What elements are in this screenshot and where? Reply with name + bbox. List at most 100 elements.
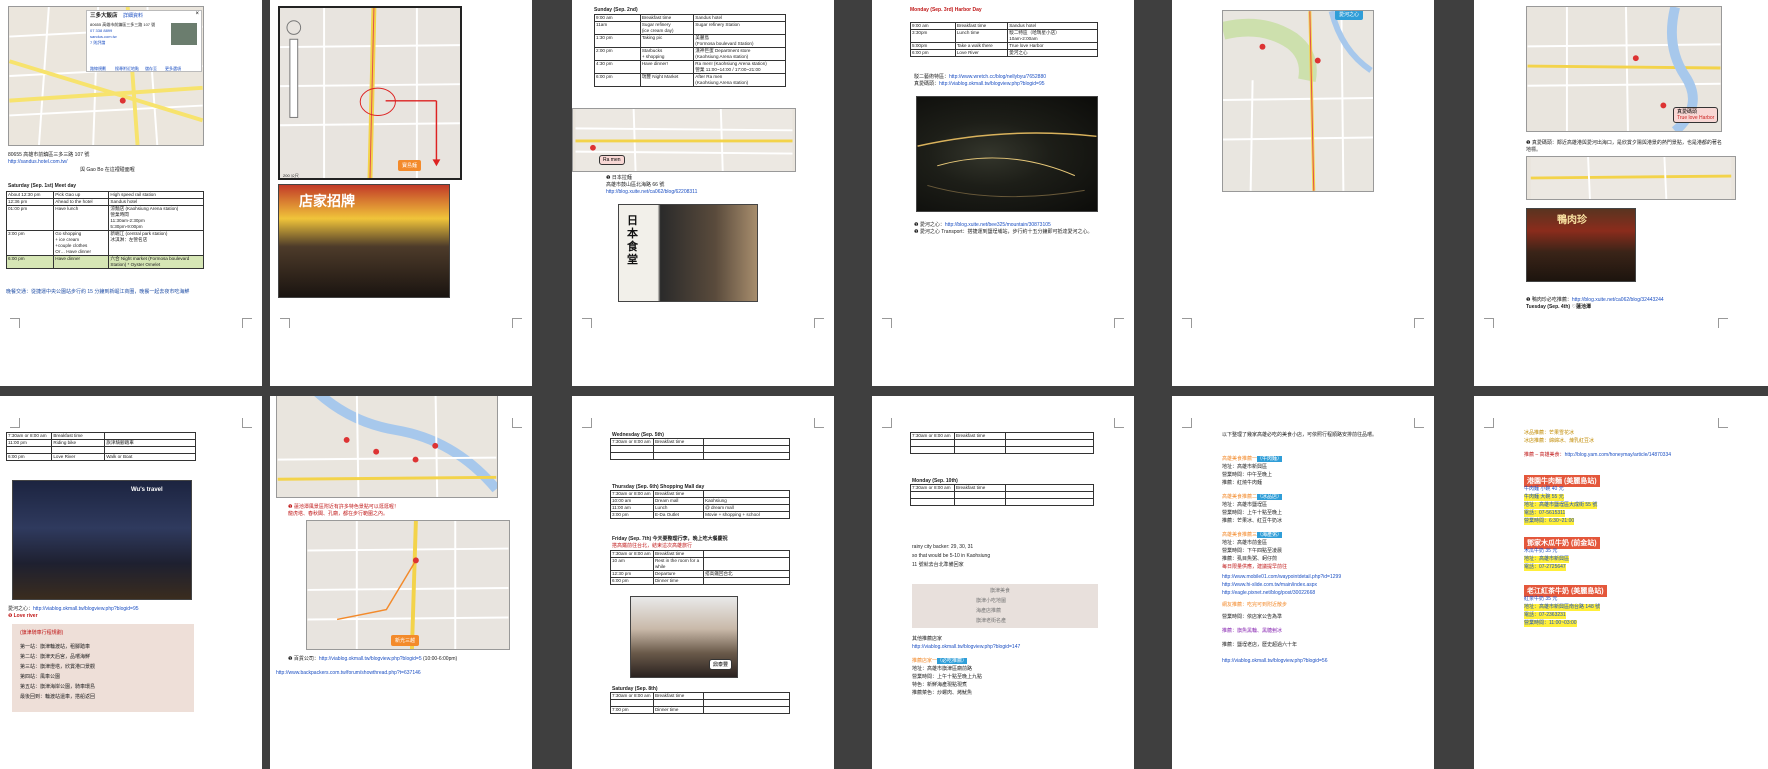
- table-row: 2:00 pm Starbucks + shopping 漢神巨蛋 Departme…: [594, 47, 786, 61]
- popup-action-nearby[interactable]: 搜尋附近地點: [115, 65, 139, 72]
- map-tag: 寶島麵: [398, 160, 422, 171]
- table-cell: 12:36 pm: [5, 198, 55, 206]
- table-cell: 3:00 pm: [610, 511, 654, 519]
- page-6: 真愛碼頭 True love Harbor ❶ 真愛碼頭：鄰近高雄港與愛河出海口…: [1474, 0, 1768, 386]
- section-line: 推薦：芒果冰、紅豆牛奶冰: [1222, 518, 1283, 524]
- table-cell: [1005, 484, 1094, 492]
- table-cell: 9:00 am: [594, 14, 641, 22]
- link-url[interactable]: http://www.backpackers.com.tw/forum/show…: [276, 670, 421, 677]
- table-cell: [703, 445, 790, 453]
- map-scale: 200 公尺: [283, 173, 299, 178]
- table-cell: 旗津騎腳踏車: [104, 439, 196, 447]
- link-url[interactable]: http://viablog.okmall.tw/blogview.php?bl…: [319, 656, 422, 662]
- table-cell: 新崛江 (central park station) 冰淇淋：左營名店: [108, 230, 204, 256]
- map-ramen[interactable]: 寶島麵 200 公尺: [278, 6, 462, 180]
- page-2: 寶島麵 200 公尺 店家招牌: [270, 0, 532, 386]
- crop-mark: [1718, 318, 1728, 328]
- close-icon[interactable]: ×: [195, 11, 199, 17]
- table-cell: 6:00 pm: [5, 255, 55, 269]
- map-love-river[interactable]: 愛河之心: [1222, 10, 1374, 192]
- table-row: 5:00pm Take a walk there True love Harbor: [910, 42, 1098, 50]
- link-url[interactable]: http://blog.yam.com/honeymay/article/148…: [1565, 452, 1671, 458]
- crop-mark: [242, 318, 252, 328]
- popup-action-more[interactable]: 更多選項: [165, 65, 181, 72]
- shop-line: 地址：高雄市新興區: [1524, 556, 1570, 563]
- table-cell: [1005, 498, 1094, 506]
- table-cell: 4:30 pm: [594, 60, 641, 74]
- schedule-table: 7:30am or 8:00 am Breakfast time 7:00 pm Di…: [610, 692, 790, 714]
- table-cell: [703, 452, 790, 460]
- callout-subtitle: True love Harbor: [1677, 115, 1715, 121]
- map-harbor[interactable]: 真愛碼頭 True love Harbor: [1526, 6, 1722, 132]
- map-info-popup[interactable]: 三多大飯店 詳細資料 80655 高雄市前鎮區三多三路 107 號 07 338…: [86, 10, 202, 72]
- crop-mark: [10, 318, 20, 328]
- table-row: [910, 491, 1094, 499]
- bullet-url[interactable]: http://blog.xuite.net/ca062/blog/3244324…: [1572, 297, 1664, 303]
- food-link[interactable]: http://www.mobile01.com/waypointdetail.p…: [1222, 574, 1341, 581]
- schedule-table: 7:30am or 8:00 am Breakfast time 11:00 pm R…: [5, 432, 196, 461]
- link-row: 真愛碼頭：http://viablog.okmall.tw/blogview.p…: [914, 81, 1045, 88]
- link-url[interactable]: http://www.wretch.cc/blog/nellybyu/76528…: [949, 74, 1046, 80]
- item-header: 推薦店家一（必吃推薦）: [912, 658, 968, 665]
- bullet-text: Love river: [13, 613, 38, 619]
- extra-line: 推薦：旗魚黑輪、黑糖剉冰: [1222, 628, 1283, 634]
- table-row: 6:00 pm Have dinner 六合 Night market (Formo…: [5, 255, 204, 269]
- section-line: 營業時間：中午至晚上: [1222, 472, 1273, 478]
- hotel-address: 80655 高雄市前鎮區三多三路 107 號: [8, 152, 90, 158]
- link-url[interactable]: http://viablog.okmall.tw/blogview.php?bl…: [939, 81, 1045, 87]
- restaurant-photo: 鼎泰豐: [630, 596, 738, 678]
- crop-mark: [242, 418, 252, 428]
- photo-sign: 日本食堂: [627, 215, 638, 266]
- table-cell: Have dinner!: [639, 60, 695, 74]
- box-line: 第二站：旗津天后宮，品嚐海鮮: [20, 654, 91, 660]
- food-link[interactable]: http://viablog.okmall.tw/blogview.php?bl…: [1222, 658, 1328, 665]
- section-label: 高雄美食推薦二: [1222, 494, 1258, 500]
- table-cell: 涼麵店 (Kaohsiung Arena station) 營業時間 11:30…: [108, 205, 204, 231]
- food-link[interactable]: http://eagle.pixnet.net/blog/post/300226…: [1222, 590, 1315, 597]
- popup-action-save[interactable]: 儲存至: [145, 65, 157, 72]
- map-strip[interactable]: [1526, 156, 1736, 200]
- table-cell: E-Da Outlet: [652, 511, 705, 519]
- section-line: 每日限量供應，建議提早前往: [1222, 564, 1288, 570]
- popup-details-link[interactable]: 詳細資料: [123, 13, 143, 20]
- link-url[interactable]: http://viablog.okmall.tw/blogview.php?bl…: [33, 606, 139, 612]
- crop-mark: [280, 318, 290, 328]
- item-line: 地址：高雄市旗津區廟前路: [912, 666, 973, 672]
- document-viewer[interactable]: 三多大飯店 詳細資料 80655 高雄市前鎮區三多三路 107 號 07 338…: [0, 0, 1768, 769]
- info-bullet: ❶ 日本拉麵: [606, 175, 632, 181]
- crop-mark: [1414, 318, 1424, 328]
- map-lotus-lake[interactable]: [276, 396, 498, 498]
- info-url[interactable]: http://blog.xuite.net/ca062/blog/6220831…: [606, 189, 697, 196]
- section-link[interactable]: http://viablog.okmall.tw/blogview.php?bl…: [912, 644, 1020, 651]
- popup-line[interactable]: 7 則評論: [90, 39, 105, 46]
- map-department-store[interactable]: 新光三越: [306, 520, 510, 650]
- table-cell: Taking pic: [639, 34, 695, 48]
- food-link[interactable]: http://www.hi-slide.com.tw/main/index.as…: [1222, 582, 1317, 589]
- map-graphic: [280, 8, 460, 178]
- popup-action-directions[interactable]: 路線規劃: [90, 65, 106, 72]
- table-cell: 愛河之心: [1007, 49, 1098, 57]
- section-line: 地址：高雄市前金區: [1222, 540, 1268, 546]
- note-line: rainy city backer: 29, 30, 31: [912, 544, 974, 550]
- day-header: Monday (Sep. 3rd) Harbor Day: [910, 7, 982, 13]
- table-cell: [703, 706, 790, 714]
- map-graphic: [277, 396, 497, 497]
- hotel-url[interactable]: http://sandus.hotel.com.tw/: [8, 159, 67, 166]
- table-cell: Dinner time: [652, 706, 705, 714]
- table-cell: Sugar refinery (ice cream day): [639, 21, 695, 35]
- map-graphic: [307, 521, 509, 649]
- shop-line: 木瓜牛奶 35 元: [1524, 548, 1558, 554]
- crop-mark: [1484, 318, 1494, 328]
- page-7: 7:30am or 8:00 am Breakfast time 11:00 pm R…: [0, 396, 262, 769]
- table-row: 7:30am or 8:00 am Breakfast time: [610, 438, 790, 446]
- bullet-url[interactable]: http://blog.xuite.net/bee325/mountain/30…: [945, 222, 1051, 228]
- note-line: so that would be 5-10 in Kaohsiung: [912, 553, 991, 559]
- table-cell: [910, 498, 955, 506]
- crop-mark: [1114, 418, 1124, 428]
- item-tag: （必吃推薦）: [937, 658, 968, 664]
- table-cell: Lunch time: [954, 29, 1009, 43]
- item-line: 特色：新鮮海產現點現煮: [912, 682, 968, 688]
- map-ramen-location[interactable]: Ra men: [572, 108, 796, 172]
- schedule-table: 7:30am or 8:00 am Breakfast time: [610, 438, 790, 460]
- page-5: 愛河之心: [1172, 0, 1434, 386]
